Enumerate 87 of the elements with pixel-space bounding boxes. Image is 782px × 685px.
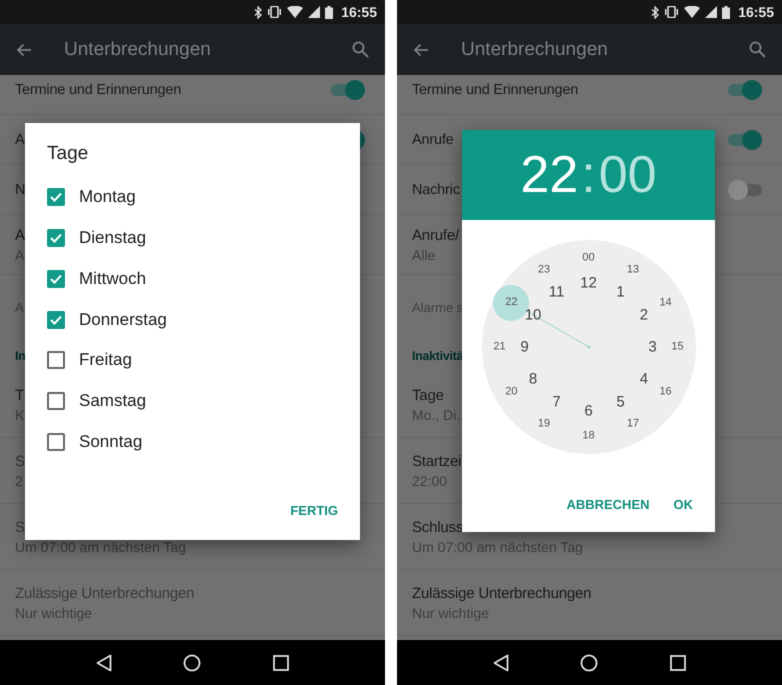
battery-icon xyxy=(722,6,730,18)
hour-number[interactable]: 14 xyxy=(659,297,672,308)
clock-time: 16:55 xyxy=(738,4,774,20)
hour-number[interactable]: 18 xyxy=(582,430,595,442)
done-button[interactable]: FERTIG xyxy=(290,495,338,526)
hour-number[interactable]: 3 xyxy=(648,340,657,354)
hour-number[interactable]: 1 xyxy=(616,284,625,300)
setting-title: Anrufe xyxy=(412,132,454,148)
hour-number[interactable]: 15 xyxy=(671,342,684,352)
hour-number[interactable]: 11 xyxy=(548,284,564,300)
hour-number[interactable]: 5 xyxy=(616,394,625,410)
setting-title: Tage xyxy=(412,386,444,404)
search-icon[interactable] xyxy=(749,41,766,58)
hour-number[interactable]: 2 xyxy=(640,308,648,322)
hour-number[interactable]: 8 xyxy=(528,372,538,386)
signal-icon xyxy=(705,6,718,18)
checkbox[interactable] xyxy=(47,310,65,329)
day-label: Mittwoch xyxy=(79,268,146,289)
hour-display[interactable]: 22 xyxy=(520,145,578,205)
day-label: Freitag xyxy=(79,350,132,370)
back-icon[interactable] xyxy=(492,654,509,672)
hour-number[interactable]: 12 xyxy=(580,276,597,290)
hour-number[interactable]: 17 xyxy=(626,418,640,430)
home-icon[interactable] xyxy=(183,654,202,672)
checkbox[interactable] xyxy=(47,188,65,206)
setting-title: Zulässige Unterbrechungen xyxy=(15,584,194,602)
setting-title: Schluss xyxy=(412,518,464,536)
setting-title: Zulässige Unterbrechungen xyxy=(412,584,592,602)
setting-title: A xyxy=(15,226,25,244)
setting-title: N xyxy=(15,182,26,198)
signal-icon xyxy=(308,6,320,18)
home-icon[interactable] xyxy=(580,654,598,672)
setting-title: Nachric xyxy=(412,182,460,198)
checkbox[interactable] xyxy=(47,229,65,248)
dialog-title: Tage xyxy=(47,143,88,165)
recents-icon[interactable] xyxy=(670,654,686,670)
day-label: Samstag xyxy=(79,390,146,411)
section-header: In xyxy=(15,349,26,363)
day-label: Sonntag xyxy=(79,432,142,452)
section-header: Inaktivitä xyxy=(412,349,464,363)
toggle-switch[interactable] xyxy=(728,180,762,200)
setting-title: A xyxy=(15,132,24,148)
setting-title: Startzei xyxy=(412,452,462,470)
bluetooth-icon xyxy=(651,6,660,18)
cancel-button[interactable]: ABBRECHEN xyxy=(566,489,650,520)
clock-time: 16:55 xyxy=(341,4,377,20)
hour-number[interactable]: 9 xyxy=(520,340,529,354)
time-separator: : xyxy=(581,145,596,205)
bluetooth-icon xyxy=(254,6,262,18)
setting-title: Termine und Erinnerungen xyxy=(15,82,182,98)
battery-icon xyxy=(325,6,334,18)
hour-number[interactable]: 6 xyxy=(584,404,593,418)
hour-number[interactable]: 21 xyxy=(493,342,506,352)
hour-number[interactable]: 13 xyxy=(626,264,640,276)
checkbox[interactable] xyxy=(47,270,65,288)
back-arrow-icon[interactable] xyxy=(413,42,429,56)
vibrate-icon xyxy=(267,6,282,18)
hour-number[interactable]: 20 xyxy=(505,386,518,397)
search-icon[interactable] xyxy=(352,41,369,58)
checkbox[interactable] xyxy=(47,432,65,451)
toggle-switch[interactable] xyxy=(331,80,365,100)
back-arrow-icon[interactable] xyxy=(16,42,32,56)
hour-number[interactable]: 19 xyxy=(538,418,550,430)
screen-title: Unterbrechungen xyxy=(461,38,609,60)
day-label: Donnerstag xyxy=(79,310,167,330)
checkbox[interactable] xyxy=(47,351,65,370)
wifi-icon xyxy=(287,6,304,18)
setting-title: T xyxy=(15,386,24,404)
toggle-switch[interactable] xyxy=(728,130,762,150)
back-icon[interactable] xyxy=(96,654,112,672)
hour-number[interactable]: 23 xyxy=(538,264,550,276)
wifi-icon xyxy=(684,6,700,18)
setting-title: Termine und Erinnerungen xyxy=(412,82,578,98)
day-label: Montag xyxy=(79,187,136,208)
checkbox[interactable] xyxy=(47,392,65,410)
screen-title: Unterbrechungen xyxy=(64,38,212,60)
recents-icon[interactable] xyxy=(273,654,290,670)
ok-button[interactable]: OK xyxy=(674,489,693,520)
clock-hand xyxy=(526,311,590,348)
setting-title: Anrufe/ xyxy=(412,226,459,244)
hour-number[interactable]: 00 xyxy=(582,252,595,264)
toggle-switch[interactable] xyxy=(728,80,762,100)
hour-number[interactable]: 16 xyxy=(659,386,672,397)
day-label: Dienstag xyxy=(79,228,146,248)
vibrate-icon xyxy=(664,6,680,18)
hour-number[interactable]: 7 xyxy=(552,394,561,410)
hour-number[interactable]: 4 xyxy=(640,372,648,386)
